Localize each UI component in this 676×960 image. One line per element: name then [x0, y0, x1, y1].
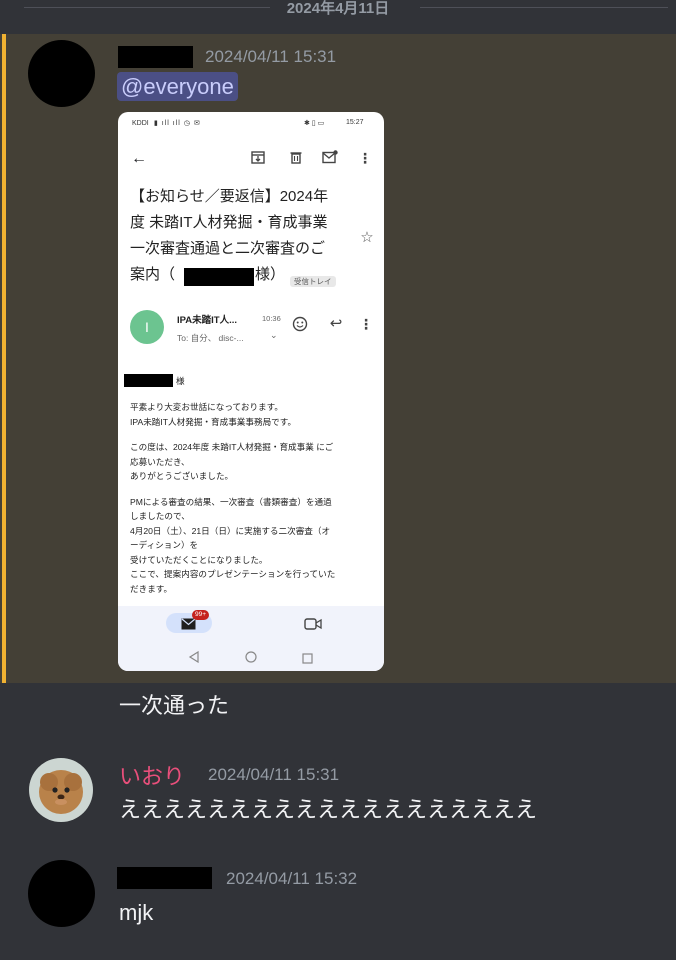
sender-time: 10:36 [262, 314, 281, 323]
author-name[interactable]: いおり [119, 759, 185, 791]
date-divider-label: 2024年4月11日 [286, 0, 390, 17]
archive-icon[interactable] [251, 150, 265, 164]
redacted-recipient [184, 268, 254, 286]
email-body-line: この度は、2024年度 未踏IT人材発掘・育成事業 にご [130, 442, 334, 452]
battery-icons: ✱ ▯ ▭ [304, 120, 325, 127]
message-text: 一次通った [119, 693, 230, 718]
video-icon[interactable] [304, 617, 322, 630]
redacted-username[interactable] [118, 46, 193, 68]
label-tag[interactable]: 受信トレイ [290, 271, 336, 289]
author-name-label[interactable]: いおり [119, 764, 185, 789]
more-vert-icon[interactable]: ⋮ [359, 314, 373, 334]
email-body-line: ありがとうございました。 [130, 471, 234, 481]
email-body-line [130, 429, 335, 440]
avatar[interactable] [28, 860, 95, 927]
redacted-username[interactable] [117, 867, 212, 889]
trash-icon[interactable] [289, 150, 303, 164]
email-body-line: 4月20日（土）、21日（日）に実施する二次審査（オ [130, 525, 331, 536]
star-icon[interactable]: ☆ [358, 228, 376, 246]
email-body-line: PMによる審査の結果、一次審査（書類審査）を通過 [130, 496, 332, 507]
avatar[interactable] [29, 758, 93, 822]
email-body-line: 受けていただくことになりました。 [130, 554, 268, 565]
home-nav-icon[interactable] [245, 650, 257, 663]
more-vert-icon[interactable]: ⋮ [356, 148, 374, 168]
mention-tag[interactable]: @everyone [117, 72, 238, 101]
message-timestamp[interactable]: 2024/04/11 15:31 [205, 47, 336, 67]
back-arrow-icon[interactable]: ← [128, 148, 150, 170]
chevron-down-icon[interactable]: ⌄ [270, 330, 278, 341]
avatar[interactable] [28, 40, 95, 107]
sender-name: IPA未踏IT人... [177, 315, 237, 326]
emoji-react-icon[interactable] [292, 316, 308, 332]
back-nav-icon[interactable] [188, 650, 200, 664]
signal-icons: ▮ ıll ıll ◷ ✉ [154, 120, 201, 127]
inbox-label[interactable]: 受信トレイ [290, 276, 336, 287]
email-subject-line-4: 案内（ [130, 266, 176, 283]
redacted-salutation [124, 374, 173, 387]
email-body-line: だきます。 [130, 583, 173, 594]
email-body: 平素より大変お世話になっております。 IPA未踏IT人材発掘・育成事業事務局です… [130, 400, 335, 596]
recipient-line[interactable]: To: 自分、 disc-... [177, 332, 244, 344]
unread-badge: 99+ [192, 610, 210, 620]
status-bar-carrier: KDDI [132, 120, 149, 127]
email-body-line: しましたので、 [130, 511, 190, 521]
email-subject-line-1: 【お知らせ／要返信】2024年 [130, 188, 329, 205]
email-body-line: ここで、提案内容のプレゼンテーションを行っていた [130, 569, 336, 579]
message-text: mjk [119, 900, 154, 925]
email-subject-suffix: 様） [255, 266, 286, 283]
email-subject-line-3: 一次審査通過と二次審査のご [130, 240, 326, 257]
email-body-line: IPA未踏IT人材発掘・育成事業事務局です。 [130, 416, 297, 427]
status-bar-time: 15:27 [346, 119, 364, 126]
mention-everyone[interactable]: @everyone [117, 72, 238, 101]
reply-icon[interactable]: ↩ [327, 314, 345, 332]
recents-nav-icon[interactable] [302, 651, 313, 664]
date-divider: 2024年4月11日 [0, 0, 676, 34]
email-body-line: 平素より大変お世話になっております。 [130, 402, 283, 412]
email-body-line: ーディション）を [130, 540, 199, 550]
message-text: えええええええええええええええええええ [119, 797, 538, 822]
email-body-line: 応募いただき、 [130, 456, 190, 467]
mention-highlight-bar [2, 34, 6, 683]
mark-unread-icon[interactable] [322, 150, 338, 164]
email-body-line [130, 484, 335, 495]
salutation-suffix: 様 [176, 376, 185, 386]
email-subject-line-2: 度 未踏IT人材発掘・育成事業 [130, 214, 328, 231]
sender-avatar[interactable]: I [130, 310, 164, 344]
message-timestamp[interactable]: 2024/04/11 15:32 [226, 869, 357, 889]
image-attachment[interactable]: KDDI ▮ ıll ıll ◷ ✉ ✱ ▯ ▭ 15:27 ← ⋮ 【お知らせ… [118, 112, 384, 671]
message-timestamp[interactable]: 2024/04/11 15:31 [208, 765, 339, 785]
